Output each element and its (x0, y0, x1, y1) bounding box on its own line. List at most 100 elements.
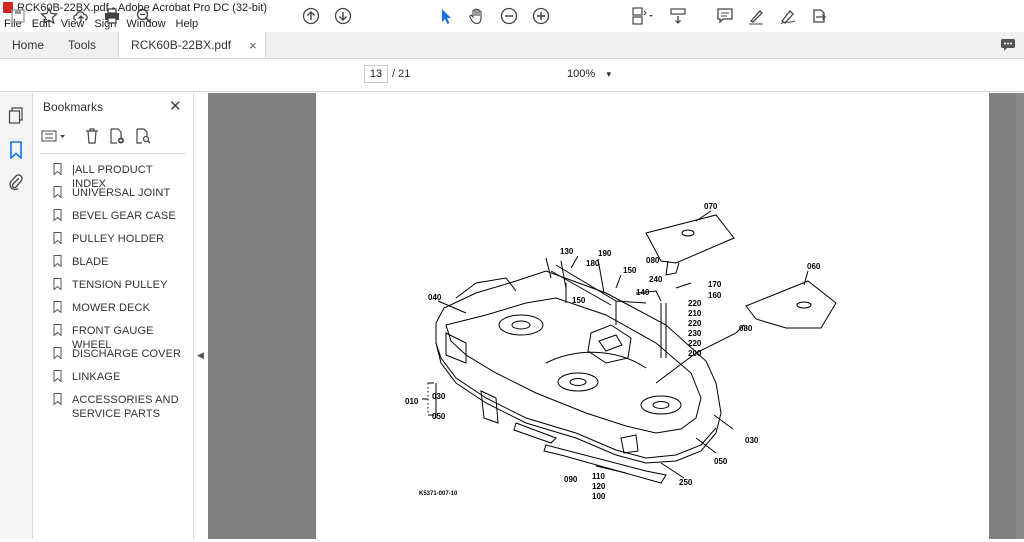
bookmark-icon (53, 324, 62, 336)
bookmark-label: TENSION PULLEY (72, 279, 168, 291)
scroll-mode-icon[interactable] (668, 6, 688, 26)
part-label-220c: 220 (688, 339, 702, 348)
bookmark-discharge-cover[interactable]: DISCHARGE COVER (53, 347, 182, 361)
tab-tools[interactable]: Tools (56, 32, 108, 58)
bookmark-icon (53, 370, 62, 382)
tab-home[interactable]: Home (0, 32, 56, 58)
select-pointer-icon[interactable] (436, 6, 456, 26)
part-label-240: 240 (649, 275, 663, 284)
page-total: / 21 (392, 68, 411, 80)
hand-tool-icon[interactable] (467, 6, 487, 26)
part-label-150: 150 (623, 266, 637, 275)
part-label-190: 190 (598, 249, 612, 258)
part-label-100: 100 (592, 492, 606, 501)
bookmark-icon (53, 209, 62, 221)
bookmark-blade[interactable]: BLADE (53, 255, 182, 269)
bookmark-icon (53, 301, 62, 313)
part-label-130: 130 (560, 247, 574, 256)
attachments-icon[interactable] (8, 173, 24, 194)
part-label-050: 050 (432, 412, 446, 421)
part-label-250: 250 (679, 478, 693, 487)
part-label-010: 010 (405, 397, 419, 406)
bookmark-label: ACCESSORIES AND SERVICE PARTS (72, 394, 179, 420)
zoom-out-icon[interactable] (499, 6, 519, 26)
part-label-120: 120 (592, 482, 606, 491)
part-label-180: 180 (586, 259, 600, 268)
navigation-rail (0, 93, 33, 539)
sign-icon[interactable] (778, 6, 798, 26)
upload-icon[interactable] (71, 6, 91, 26)
bookmark-universal-joint[interactable]: UNIVERSAL JOINT (53, 186, 182, 200)
part-label-200: 200 (688, 349, 702, 358)
part-label-210: 210 (688, 309, 702, 318)
part-label-050b: 050 (714, 457, 728, 466)
part-label-150b: 150 (572, 296, 586, 305)
bookmark-icon (53, 347, 62, 359)
bookmark-icon (53, 186, 62, 198)
find-icon[interactable] (134, 6, 154, 26)
bookmark-icon (53, 232, 62, 244)
part-label-110: 110 (592, 472, 605, 481)
bookmark-tension-pulley[interactable]: TENSION PULLEY (53, 278, 182, 292)
save-icon[interactable] (8, 6, 28, 26)
bookmark-accessories-and-service-parts[interactable]: ACCESSORIES AND SERVICE PARTS (53, 393, 182, 421)
highlight-pen-icon[interactable] (746, 6, 766, 26)
tab-tools-label: Tools (68, 38, 97, 52)
share-icon[interactable] (809, 6, 829, 26)
page-thumbnails-icon[interactable] (8, 107, 24, 128)
diagram-code: K5371-007-10 (419, 491, 458, 497)
bookmarks-toolbar (41, 127, 186, 147)
bookmarks-panel: Bookmarks ✕ |ALL PRODUCT INDEX UNIVERSAL… (33, 93, 194, 539)
find-bookmark-icon[interactable] (135, 127, 151, 147)
bookmark-icon (53, 278, 62, 290)
part-label-170: 170 (708, 280, 722, 289)
part-label-140: 140 (636, 288, 650, 297)
page-display-icon[interactable] (630, 6, 656, 26)
divider (41, 153, 186, 154)
tab-document[interactable]: RCK60B-22BX.pdf × (118, 32, 266, 58)
bookmark-icon (53, 255, 62, 267)
comment-icon[interactable] (715, 6, 735, 26)
part-label-230: 230 (688, 329, 702, 338)
bookmark-icon (53, 163, 62, 175)
bookmark-label: DISCHARGE COVER (72, 348, 182, 360)
zoom-level-value: 100% (567, 68, 596, 80)
previous-page-icon[interactable] (301, 6, 321, 26)
page-number-value: 13 (369, 68, 383, 80)
bookmark-linkage[interactable]: LINKAGE (53, 370, 182, 384)
part-label-030: 030 (432, 392, 446, 401)
next-page-icon[interactable] (333, 6, 353, 26)
vertical-scrollbar[interactable] (1016, 93, 1024, 539)
close-panel-icon[interactable]: ✕ (169, 97, 182, 115)
star-icon[interactable] (39, 6, 59, 26)
close-tab-icon[interactable]: × (249, 38, 257, 53)
bookmark-label: PULLEY HOLDER (72, 233, 165, 245)
bookmark-mower-deck[interactable]: MOWER DECK (53, 301, 182, 315)
tab-document-label: RCK60B-22BX.pdf (131, 38, 232, 52)
part-label-220a: 220 (688, 299, 702, 308)
zoom-level-dropdown[interactable]: 100% ▾ (563, 65, 615, 83)
part-label-080: 080 (646, 256, 660, 265)
options-list-icon[interactable] (41, 129, 67, 146)
bookmark-label: BEVEL GEAR CASE (72, 210, 176, 222)
zoom-in-icon[interactable] (531, 6, 551, 26)
bookmark-label: LINKAGE (72, 371, 121, 383)
new-bookmark-icon[interactable] (109, 127, 125, 147)
collapse-panel-icon[interactable]: ◀ (197, 350, 204, 361)
bookmarks-icon[interactable] (9, 141, 23, 162)
delete-bookmark-icon[interactable] (85, 127, 99, 147)
toolbar (0, 59, 1024, 92)
print-icon[interactable] (102, 6, 122, 26)
chevron-down-icon: ▾ (606, 68, 611, 79)
comment-panel-icon[interactable] (1000, 32, 1016, 58)
menu-help[interactable]: Help (176, 18, 199, 30)
part-label-160: 160 (708, 291, 722, 300)
bookmark-bevel-gear-case[interactable]: BEVEL GEAR CASE (53, 209, 182, 223)
part-label-030b: 030 (745, 436, 759, 445)
part-label-090: 090 (564, 475, 578, 484)
part-label-070: 070 (704, 202, 718, 211)
page-number-input[interactable]: 13 (364, 65, 388, 83)
part-label-060: 060 (807, 262, 821, 271)
bookmark-pulley-holder[interactable]: PULLEY HOLDER (53, 232, 182, 246)
bookmark-label: BLADE (72, 256, 109, 268)
